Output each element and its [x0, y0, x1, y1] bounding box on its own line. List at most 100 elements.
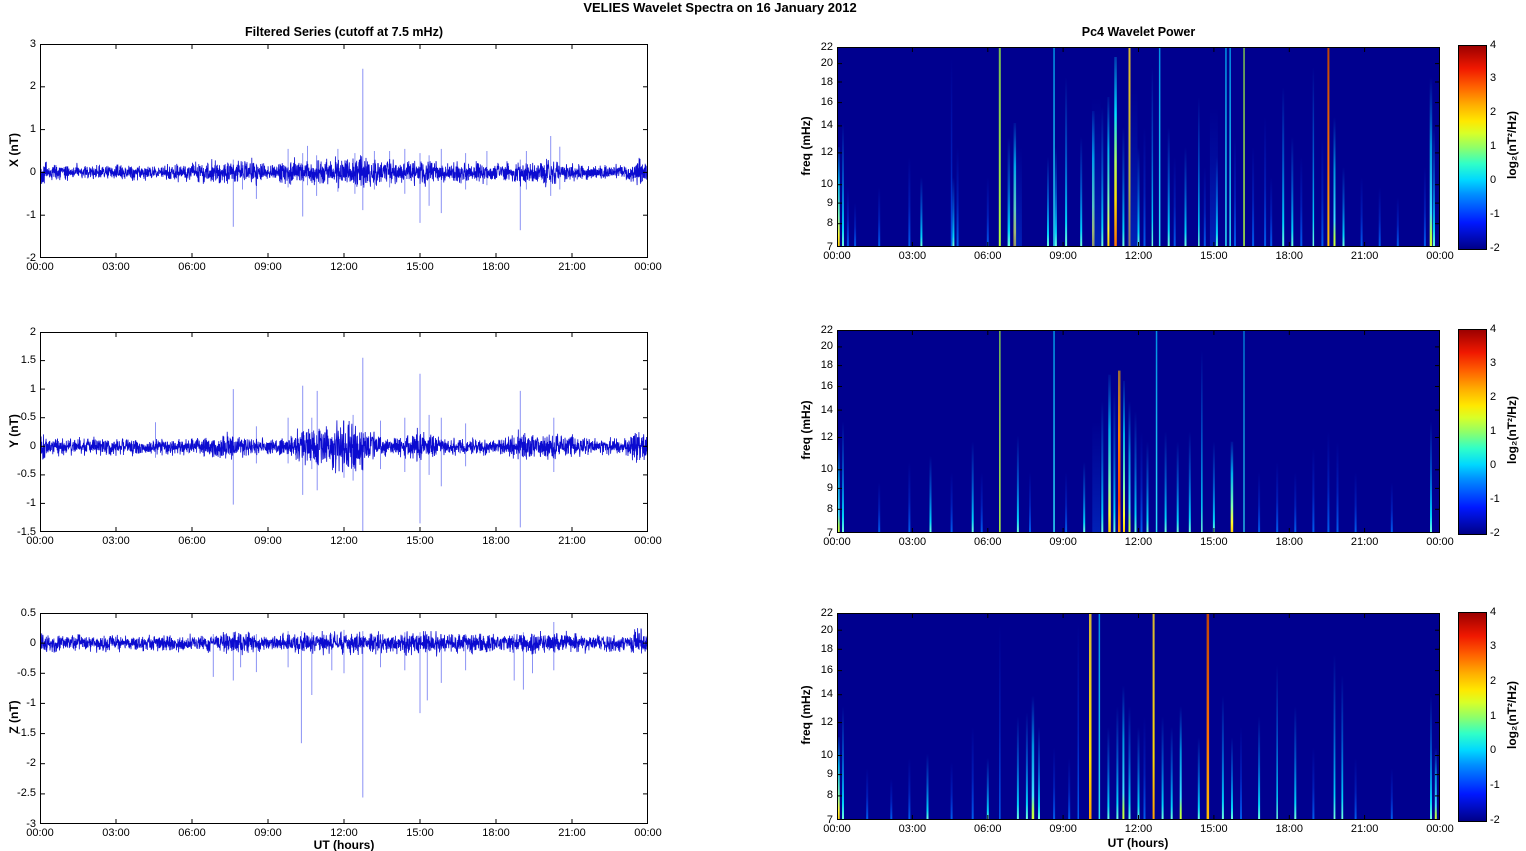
- x-tick-label: 03:00: [898, 823, 927, 835]
- x-tick-label: 15:00: [1200, 536, 1228, 548]
- colorbar-tick-label: -2: [1490, 813, 1500, 826]
- series-panel-y: [40, 332, 648, 532]
- freq-tick-label: 20: [820, 623, 833, 636]
- freq-tick-label: 20: [820, 57, 833, 70]
- colorbar-tick-label: 1: [1490, 709, 1497, 722]
- freq-tick-label: 12: [820, 716, 833, 729]
- x-tick-label: 06:00: [973, 536, 1002, 548]
- freq-tick-label: 8: [826, 217, 833, 230]
- colorbar-tick-label: 2: [1490, 390, 1497, 403]
- x-tick-label: 21:00: [558, 827, 586, 839]
- y-tick-label: -1: [26, 208, 36, 221]
- freq-tick-label: 10: [820, 178, 833, 191]
- x-tick-label: 12:00: [1124, 536, 1153, 548]
- x-axis-label-right: UT (hours): [1107, 836, 1169, 850]
- y-tick-label: -1: [26, 496, 36, 509]
- freq-tick-label: 16: [820, 379, 833, 392]
- freq-tick-label: 22: [820, 606, 833, 619]
- figure-root: VELIES Wavelet Spectra on 16 January 201…: [0, 0, 1526, 851]
- freq-tick-label: 18: [820, 75, 833, 88]
- x-tick-label: 15:00: [1200, 250, 1228, 262]
- y-axis-label-x: X (nT): [7, 133, 21, 167]
- y-tick-label: 3: [29, 37, 36, 50]
- freq-tick-label: 18: [820, 359, 833, 372]
- colorbar-tick-label: -1: [1490, 778, 1500, 791]
- freq-tick-label: 18: [820, 642, 833, 655]
- x-tick-label: 12:00: [330, 261, 358, 273]
- x-tick-label: 18:00: [482, 827, 510, 839]
- colorbar-tick-label: 2: [1490, 106, 1497, 119]
- freq-tick-label: 14: [820, 403, 833, 416]
- y-tick-label: -1: [26, 696, 36, 709]
- wavelet-panel-z: [837, 613, 1440, 820]
- x-tick-label: 21:00: [1350, 823, 1379, 835]
- freq-tick-label: 7: [826, 526, 833, 539]
- x-tick-label: 15:00: [406, 261, 434, 273]
- freq-tick-label: 22: [820, 40, 833, 53]
- x-tick-label: 21:00: [558, 535, 586, 547]
- x-axis-label-left: UT (hours): [313, 838, 375, 851]
- y-tick-label: -3: [26, 817, 36, 830]
- x-tick-label: 15:00: [406, 535, 434, 547]
- x-tick-label: 09:00: [254, 261, 282, 273]
- x-tick-label: 00:00: [634, 827, 662, 839]
- x-tick-label: 09:00: [1049, 536, 1077, 548]
- x-tick-label: 12:00: [330, 535, 358, 547]
- colorbar-tick-label: -2: [1490, 526, 1500, 539]
- freq-tick-label: 10: [820, 749, 833, 762]
- y-tick-label: -0.5: [17, 468, 36, 481]
- y-tick-label: -1.5: [17, 525, 36, 538]
- x-tick-label: 12:00: [1124, 823, 1153, 835]
- colorbar-tick-label: 4: [1490, 322, 1497, 335]
- x-tick-label: 06:00: [973, 250, 1002, 262]
- x-tick-label: 06:00: [178, 827, 206, 839]
- colorbar-tick-label: 3: [1490, 640, 1497, 653]
- colorbar-tick-label: 2: [1490, 674, 1497, 687]
- colorbar-tick-label: -1: [1490, 207, 1500, 220]
- x-tick-label: 18:00: [1275, 250, 1304, 262]
- y-tick-label: 1.5: [20, 354, 36, 367]
- freq-tick-label: 7: [826, 813, 833, 826]
- x-tick-label: 09:00: [254, 535, 282, 547]
- x-tick-label: 03:00: [102, 535, 130, 547]
- y-tick-label: 2: [29, 80, 36, 93]
- y-tick-label: -2: [26, 251, 36, 264]
- colorbar-tick-label: 1: [1490, 424, 1497, 437]
- x-tick-label: 00:00: [1426, 823, 1454, 835]
- y-tick-label: 1: [29, 382, 36, 395]
- colorbar-tick-label: 0: [1490, 458, 1497, 471]
- figure-title: VELIES Wavelet Spectra on 16 January 201…: [583, 0, 857, 15]
- freq-tick-label: 22: [820, 323, 833, 336]
- colorbar-tick-label: 0: [1490, 173, 1497, 186]
- freq-tick-label: 10: [820, 463, 833, 476]
- x-tick-label: 18:00: [482, 535, 510, 547]
- x-tick-label: 03:00: [898, 250, 927, 262]
- x-tick-label: 00:00: [1426, 250, 1454, 262]
- x-tick-label: 18:00: [1275, 823, 1304, 835]
- x-tick-label: 03:00: [102, 827, 130, 839]
- x-tick-label: 15:00: [1200, 823, 1228, 835]
- colorbar-tick-label: 4: [1490, 605, 1497, 618]
- freq-tick-label: 14: [820, 119, 833, 132]
- x-tick-label: 03:00: [102, 261, 130, 273]
- x-tick-label: 06:00: [178, 261, 206, 273]
- freq-tick-label: 12: [820, 430, 833, 443]
- y-tick-label: 2: [29, 325, 36, 338]
- colorbar-tick-label: 0: [1490, 744, 1497, 757]
- x-tick-label: 03:00: [898, 536, 927, 548]
- x-tick-label: 12:00: [1124, 250, 1153, 262]
- freq-tick-label: 8: [826, 502, 833, 515]
- freq-tick-label: 9: [826, 481, 833, 494]
- y-tick-label: 0: [29, 165, 36, 178]
- freq-tick-label: 7: [826, 240, 833, 253]
- y-tick-label: 0: [29, 439, 36, 452]
- x-tick-label: 09:00: [1049, 250, 1077, 262]
- freq-tick-label: 8: [826, 789, 833, 802]
- series-panel-x: [40, 44, 648, 258]
- x-tick-label: 21:00: [558, 261, 586, 273]
- x-tick-label: 06:00: [178, 535, 206, 547]
- right-column-title: Pc4 Wavelet Power: [1081, 25, 1196, 39]
- freq-tick-label: 9: [826, 196, 833, 209]
- colorbar-tick-label: 3: [1490, 356, 1497, 369]
- y-tick-label: -2: [26, 757, 36, 770]
